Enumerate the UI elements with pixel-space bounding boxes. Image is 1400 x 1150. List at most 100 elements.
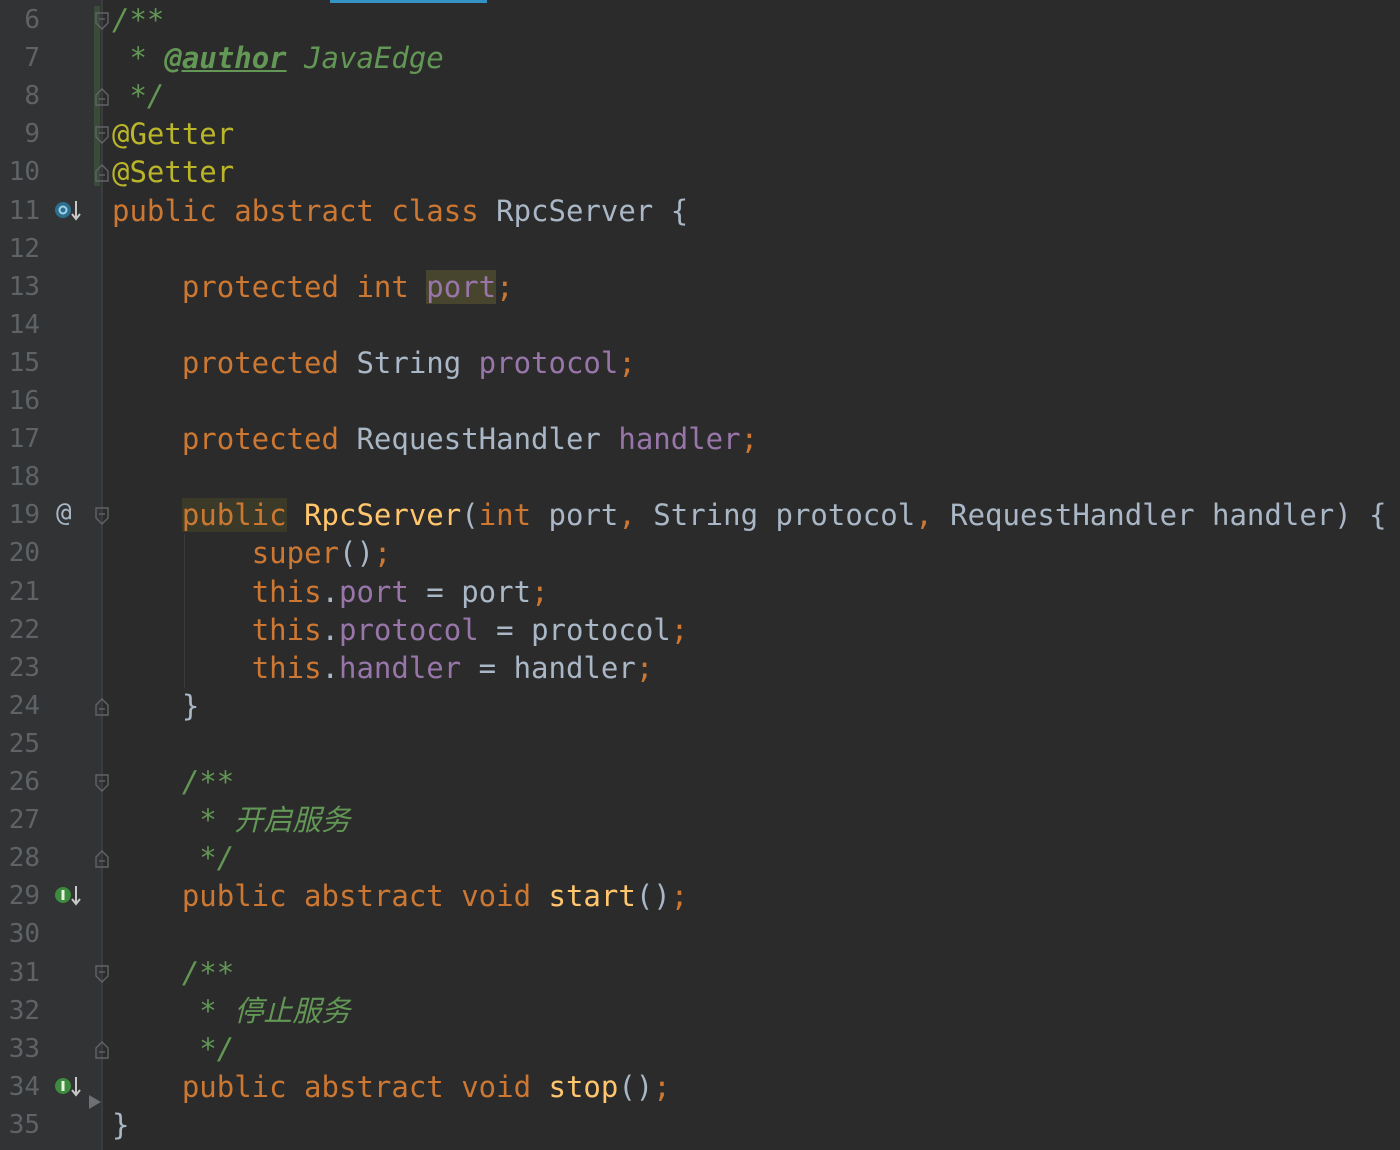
line-number[interactable]: 23 bbox=[0, 649, 40, 687]
code-line[interactable]: 9 @Getter bbox=[0, 115, 1400, 153]
code-line[interactable]: 17 protected RequestHandler handler; bbox=[0, 420, 1400, 458]
line-number[interactable]: 27 bbox=[0, 801, 40, 839]
fold-collapse-icon[interactable] bbox=[94, 774, 110, 792]
line-number[interactable]: 10 bbox=[0, 153, 40, 191]
line-number[interactable]: 31 bbox=[0, 954, 40, 992]
implemented-method-icon[interactable] bbox=[54, 1074, 84, 1100]
line-number[interactable]: 22 bbox=[0, 611, 40, 649]
code-line[interactable]: 8 */ bbox=[0, 77, 1400, 115]
code-editor[interactable]: 6/** 7 * @author JavaEdge 8 */9 @Getter 10 @S… bbox=[0, 0, 1400, 1150]
line-number[interactable]: 7 bbox=[0, 39, 40, 77]
line-number[interactable]: 32 bbox=[0, 992, 40, 1030]
code-line[interactable]: 14 bbox=[0, 306, 1400, 344]
line-number[interactable]: 30 bbox=[0, 915, 40, 953]
code-text[interactable]: */ bbox=[112, 839, 234, 877]
line-number[interactable]: 16 bbox=[0, 382, 40, 420]
line-number[interactable]: 26 bbox=[0, 763, 40, 801]
code-text[interactable]: /** bbox=[112, 763, 234, 801]
fold-end-icon[interactable] bbox=[94, 88, 110, 106]
fold-arrow-icon[interactable] bbox=[89, 1095, 101, 1109]
fold-end-icon[interactable] bbox=[94, 697, 110, 716]
code-line[interactable]: 12 bbox=[0, 230, 1400, 268]
code-line[interactable]: 23 this.handler = handler; bbox=[0, 649, 1400, 687]
code-text[interactable]: public abstract void stop(); bbox=[112, 1068, 671, 1106]
line-number[interactable]: 33 bbox=[0, 1030, 40, 1068]
line-number[interactable]: 11 bbox=[0, 192, 40, 230]
code-text[interactable]: this.port = port; bbox=[112, 573, 549, 611]
fold-collapse-icon[interactable] bbox=[94, 12, 110, 30]
line-number[interactable]: 15 bbox=[0, 344, 40, 382]
code-line[interactable]: 21 this.port = port; bbox=[0, 573, 1400, 611]
line-number[interactable]: 8 bbox=[0, 77, 40, 115]
line-number[interactable]: 34 bbox=[0, 1068, 40, 1106]
implemented-method-icon[interactable] bbox=[54, 883, 84, 909]
code-line[interactable]: 19 @ public RpcServer(int port, String pr… bbox=[0, 496, 1400, 534]
annotation-at-icon[interactable]: @ bbox=[56, 500, 86, 526]
line-number[interactable]: 13 bbox=[0, 268, 40, 306]
line-number[interactable]: 12 bbox=[0, 230, 40, 268]
line-number[interactable]: 21 bbox=[0, 573, 40, 611]
line-number[interactable]: 25 bbox=[0, 725, 40, 763]
code-text[interactable]: protected RequestHandler handler; bbox=[112, 420, 758, 458]
fold-collapse-icon[interactable] bbox=[94, 507, 110, 526]
code-text[interactable]: * 停止服务 bbox=[112, 992, 350, 1030]
code-line[interactable]: 34 public abstract void stop(); bbox=[0, 1068, 1400, 1106]
code-text[interactable]: super(); bbox=[112, 534, 392, 572]
code-line[interactable]: 25 bbox=[0, 725, 1400, 763]
code-line[interactable]: 32 * 停止服务 bbox=[0, 992, 1400, 1030]
fold-collapse-icon[interactable] bbox=[94, 964, 110, 983]
code-line[interactable]: 11 public abstract class RpcServer { bbox=[0, 192, 1400, 230]
code-line[interactable]: 24 } bbox=[0, 687, 1400, 725]
code-text[interactable]: public RpcServer(int port, String protoc… bbox=[112, 496, 1387, 534]
code-text[interactable]: @Setter bbox=[112, 153, 234, 191]
line-number[interactable]: 14 bbox=[0, 306, 40, 344]
code-line[interactable]: 30 bbox=[0, 915, 1400, 953]
code-line[interactable]: 28 */ bbox=[0, 839, 1400, 877]
code-line[interactable]: 7 * @author JavaEdge bbox=[0, 39, 1400, 77]
code-line[interactable]: 27 * 开启服务 bbox=[0, 801, 1400, 839]
code-line[interactable]: 10 @Setter bbox=[0, 153, 1400, 191]
code-line[interactable]: 18 bbox=[0, 458, 1400, 496]
code-text[interactable]: @Getter bbox=[112, 115, 234, 153]
line-number[interactable]: 28 bbox=[0, 839, 40, 877]
code-line[interactable]: 35} bbox=[0, 1106, 1400, 1144]
code-text[interactable]: /** bbox=[112, 954, 234, 992]
code-text[interactable]: */ bbox=[112, 77, 164, 115]
code-text[interactable]: } bbox=[112, 687, 199, 725]
code-text[interactable]: protected int port; bbox=[112, 268, 514, 306]
code-text[interactable]: protected String protocol; bbox=[112, 344, 636, 382]
line-number[interactable]: 29 bbox=[0, 877, 40, 915]
code-line[interactable]: 29 public abstract void start(); bbox=[0, 877, 1400, 915]
code-line[interactable]: 22 this.protocol = protocol; bbox=[0, 611, 1400, 649]
line-number[interactable]: 6 bbox=[0, 1, 40, 39]
fold-collapse-icon[interactable] bbox=[94, 126, 110, 145]
code-text[interactable]: public abstract void start(); bbox=[112, 877, 688, 915]
code-line[interactable]: 15 protected String protocol; bbox=[0, 344, 1400, 382]
code-text[interactable]: } bbox=[112, 1106, 129, 1144]
code-line[interactable]: 6 /** bbox=[0, 1, 1400, 39]
code-text[interactable]: this.protocol = protocol; bbox=[112, 611, 689, 649]
code-line[interactable]: 31 /** bbox=[0, 954, 1400, 992]
code-text[interactable]: * 开启服务 bbox=[112, 801, 350, 839]
line-number[interactable]: 18 bbox=[0, 458, 40, 496]
line-number[interactable]: 9 bbox=[0, 115, 40, 153]
code-text[interactable]: public abstract class RpcServer { bbox=[112, 192, 688, 230]
code-line[interactable]: 20 super(); bbox=[0, 534, 1400, 572]
fold-end-icon[interactable] bbox=[94, 164, 110, 183]
code-text[interactable]: /** bbox=[112, 1, 164, 39]
code-line[interactable]: 33 */ bbox=[0, 1030, 1400, 1068]
code-text[interactable]: * @author JavaEdge bbox=[112, 39, 443, 77]
fold-end-icon[interactable] bbox=[94, 1040, 110, 1059]
line-number[interactable]: 20 bbox=[0, 534, 40, 572]
line-number[interactable]: 35 bbox=[0, 1106, 40, 1144]
fold-end-icon[interactable] bbox=[94, 850, 110, 868]
line-number[interactable]: 24 bbox=[0, 687, 40, 725]
code-text[interactable]: this.handler = handler; bbox=[112, 649, 654, 687]
line-number[interactable]: 19 bbox=[0, 496, 40, 534]
code-line[interactable]: 26 /** bbox=[0, 763, 1400, 801]
code-line[interactable]: 13 protected int port; bbox=[0, 268, 1400, 306]
line-number[interactable]: 17 bbox=[0, 420, 40, 458]
code-text[interactable]: */ bbox=[112, 1030, 234, 1068]
code-line[interactable]: 16 bbox=[0, 382, 1400, 420]
overridden-method-icon[interactable] bbox=[54, 198, 84, 224]
